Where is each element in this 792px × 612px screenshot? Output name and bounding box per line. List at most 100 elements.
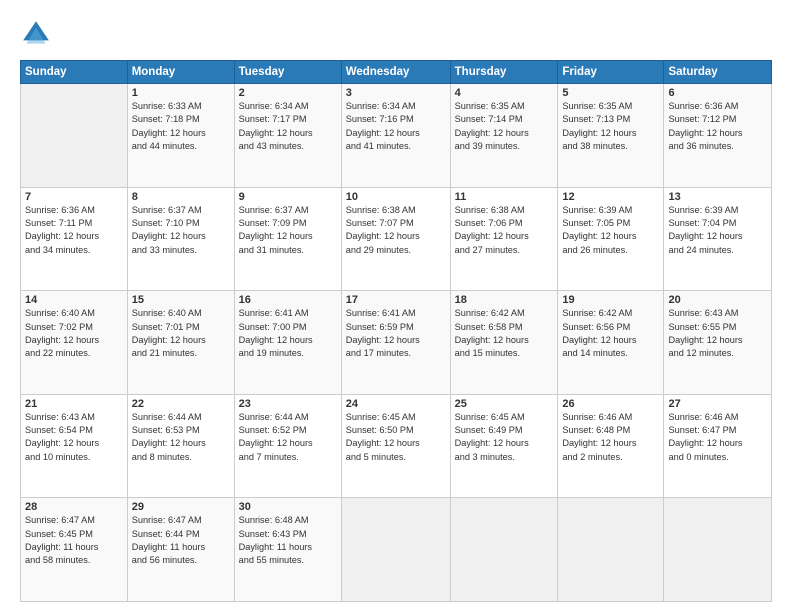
day-number: 21 (25, 398, 123, 410)
calendar-cell: 8Sunrise: 6:37 AMSunset: 7:10 PMDaylight… (127, 187, 234, 291)
cell-info: Sunrise: 6:34 AMSunset: 7:16 PMDaylight:… (346, 100, 446, 153)
cell-info: Sunrise: 6:41 AMSunset: 7:00 PMDaylight:… (239, 307, 337, 360)
week-row-4: 28Sunrise: 6:47 AMSunset: 6:45 PMDayligh… (21, 498, 772, 602)
header-day-sunday: Sunday (21, 61, 128, 84)
calendar-cell: 19Sunrise: 6:42 AMSunset: 6:56 PMDayligh… (558, 291, 664, 395)
day-number: 25 (455, 398, 554, 410)
week-row-0: 1Sunrise: 6:33 AMSunset: 7:18 PMDaylight… (21, 84, 772, 188)
day-number: 27 (668, 398, 767, 410)
cell-info: Sunrise: 6:37 AMSunset: 7:10 PMDaylight:… (132, 204, 230, 257)
day-number: 22 (132, 398, 230, 410)
calendar-cell: 14Sunrise: 6:40 AMSunset: 7:02 PMDayligh… (21, 291, 128, 395)
cell-info: Sunrise: 6:35 AMSunset: 7:14 PMDaylight:… (455, 100, 554, 153)
calendar-cell: 11Sunrise: 6:38 AMSunset: 7:06 PMDayligh… (450, 187, 558, 291)
day-number: 2 (239, 87, 337, 99)
cell-info: Sunrise: 6:36 AMSunset: 7:12 PMDaylight:… (668, 100, 767, 153)
header-day-friday: Friday (558, 61, 664, 84)
cell-info: Sunrise: 6:35 AMSunset: 7:13 PMDaylight:… (562, 100, 659, 153)
cell-info: Sunrise: 6:46 AMSunset: 6:47 PMDaylight:… (668, 411, 767, 464)
cell-info: Sunrise: 6:40 AMSunset: 7:02 PMDaylight:… (25, 307, 123, 360)
calendar-cell: 26Sunrise: 6:46 AMSunset: 6:48 PMDayligh… (558, 394, 664, 498)
day-number: 29 (132, 501, 230, 513)
calendar-header: SundayMondayTuesdayWednesdayThursdayFrid… (21, 61, 772, 84)
calendar-table: SundayMondayTuesdayWednesdayThursdayFrid… (20, 60, 772, 602)
cell-info: Sunrise: 6:36 AMSunset: 7:11 PMDaylight:… (25, 204, 123, 257)
cell-info: Sunrise: 6:33 AMSunset: 7:18 PMDaylight:… (132, 100, 230, 153)
calendar-cell: 22Sunrise: 6:44 AMSunset: 6:53 PMDayligh… (127, 394, 234, 498)
calendar-cell: 16Sunrise: 6:41 AMSunset: 7:00 PMDayligh… (234, 291, 341, 395)
cell-info: Sunrise: 6:43 AMSunset: 6:55 PMDaylight:… (668, 307, 767, 360)
day-number: 18 (455, 294, 554, 306)
header-day-tuesday: Tuesday (234, 61, 341, 84)
header (20, 18, 772, 50)
header-day-monday: Monday (127, 61, 234, 84)
calendar-cell: 4Sunrise: 6:35 AMSunset: 7:14 PMDaylight… (450, 84, 558, 188)
calendar-cell: 5Sunrise: 6:35 AMSunset: 7:13 PMDaylight… (558, 84, 664, 188)
cell-info: Sunrise: 6:37 AMSunset: 7:09 PMDaylight:… (239, 204, 337, 257)
calendar-cell: 30Sunrise: 6:48 AMSunset: 6:43 PMDayligh… (234, 498, 341, 602)
page: SundayMondayTuesdayWednesdayThursdayFrid… (0, 0, 792, 612)
header-day-saturday: Saturday (664, 61, 772, 84)
cell-info: Sunrise: 6:39 AMSunset: 7:04 PMDaylight:… (668, 204, 767, 257)
header-row: SundayMondayTuesdayWednesdayThursdayFrid… (21, 61, 772, 84)
cell-info: Sunrise: 6:44 AMSunset: 6:53 PMDaylight:… (132, 411, 230, 464)
calendar-cell (664, 498, 772, 602)
calendar-cell: 17Sunrise: 6:41 AMSunset: 6:59 PMDayligh… (341, 291, 450, 395)
header-day-thursday: Thursday (450, 61, 558, 84)
calendar-cell: 28Sunrise: 6:47 AMSunset: 6:45 PMDayligh… (21, 498, 128, 602)
cell-info: Sunrise: 6:42 AMSunset: 6:58 PMDaylight:… (455, 307, 554, 360)
day-number: 12 (562, 191, 659, 203)
calendar-cell: 9Sunrise: 6:37 AMSunset: 7:09 PMDaylight… (234, 187, 341, 291)
day-number: 17 (346, 294, 446, 306)
day-number: 14 (25, 294, 123, 306)
calendar-cell: 20Sunrise: 6:43 AMSunset: 6:55 PMDayligh… (664, 291, 772, 395)
day-number: 23 (239, 398, 337, 410)
calendar-cell: 23Sunrise: 6:44 AMSunset: 6:52 PMDayligh… (234, 394, 341, 498)
day-number: 30 (239, 501, 337, 513)
day-number: 7 (25, 191, 123, 203)
day-number: 10 (346, 191, 446, 203)
day-number: 1 (132, 87, 230, 99)
day-number: 3 (346, 87, 446, 99)
week-row-3: 21Sunrise: 6:43 AMSunset: 6:54 PMDayligh… (21, 394, 772, 498)
calendar-cell: 2Sunrise: 6:34 AMSunset: 7:17 PMDaylight… (234, 84, 341, 188)
cell-info: Sunrise: 6:48 AMSunset: 6:43 PMDaylight:… (239, 514, 337, 567)
day-number: 28 (25, 501, 123, 513)
logo-icon (20, 18, 52, 50)
calendar-cell: 1Sunrise: 6:33 AMSunset: 7:18 PMDaylight… (127, 84, 234, 188)
day-number: 8 (132, 191, 230, 203)
calendar-cell (450, 498, 558, 602)
day-number: 13 (668, 191, 767, 203)
calendar-cell: 24Sunrise: 6:45 AMSunset: 6:50 PMDayligh… (341, 394, 450, 498)
cell-info: Sunrise: 6:45 AMSunset: 6:50 PMDaylight:… (346, 411, 446, 464)
day-number: 4 (455, 87, 554, 99)
day-number: 16 (239, 294, 337, 306)
calendar-cell: 10Sunrise: 6:38 AMSunset: 7:07 PMDayligh… (341, 187, 450, 291)
week-row-1: 7Sunrise: 6:36 AMSunset: 7:11 PMDaylight… (21, 187, 772, 291)
day-number: 26 (562, 398, 659, 410)
cell-info: Sunrise: 6:34 AMSunset: 7:17 PMDaylight:… (239, 100, 337, 153)
day-number: 19 (562, 294, 659, 306)
cell-info: Sunrise: 6:47 AMSunset: 6:44 PMDaylight:… (132, 514, 230, 567)
calendar-cell: 12Sunrise: 6:39 AMSunset: 7:05 PMDayligh… (558, 187, 664, 291)
calendar-cell (341, 498, 450, 602)
cell-info: Sunrise: 6:39 AMSunset: 7:05 PMDaylight:… (562, 204, 659, 257)
cell-info: Sunrise: 6:43 AMSunset: 6:54 PMDaylight:… (25, 411, 123, 464)
cell-info: Sunrise: 6:38 AMSunset: 7:07 PMDaylight:… (346, 204, 446, 257)
week-row-2: 14Sunrise: 6:40 AMSunset: 7:02 PMDayligh… (21, 291, 772, 395)
calendar-cell: 6Sunrise: 6:36 AMSunset: 7:12 PMDaylight… (664, 84, 772, 188)
header-day-wednesday: Wednesday (341, 61, 450, 84)
day-number: 6 (668, 87, 767, 99)
calendar-cell: 21Sunrise: 6:43 AMSunset: 6:54 PMDayligh… (21, 394, 128, 498)
cell-info: Sunrise: 6:45 AMSunset: 6:49 PMDaylight:… (455, 411, 554, 464)
calendar-cell: 27Sunrise: 6:46 AMSunset: 6:47 PMDayligh… (664, 394, 772, 498)
calendar-cell (21, 84, 128, 188)
calendar-cell: 15Sunrise: 6:40 AMSunset: 7:01 PMDayligh… (127, 291, 234, 395)
cell-info: Sunrise: 6:40 AMSunset: 7:01 PMDaylight:… (132, 307, 230, 360)
cell-info: Sunrise: 6:41 AMSunset: 6:59 PMDaylight:… (346, 307, 446, 360)
calendar-cell: 7Sunrise: 6:36 AMSunset: 7:11 PMDaylight… (21, 187, 128, 291)
calendar-cell (558, 498, 664, 602)
calendar-body: 1Sunrise: 6:33 AMSunset: 7:18 PMDaylight… (21, 84, 772, 602)
calendar-cell: 3Sunrise: 6:34 AMSunset: 7:16 PMDaylight… (341, 84, 450, 188)
calendar-cell: 13Sunrise: 6:39 AMSunset: 7:04 PMDayligh… (664, 187, 772, 291)
